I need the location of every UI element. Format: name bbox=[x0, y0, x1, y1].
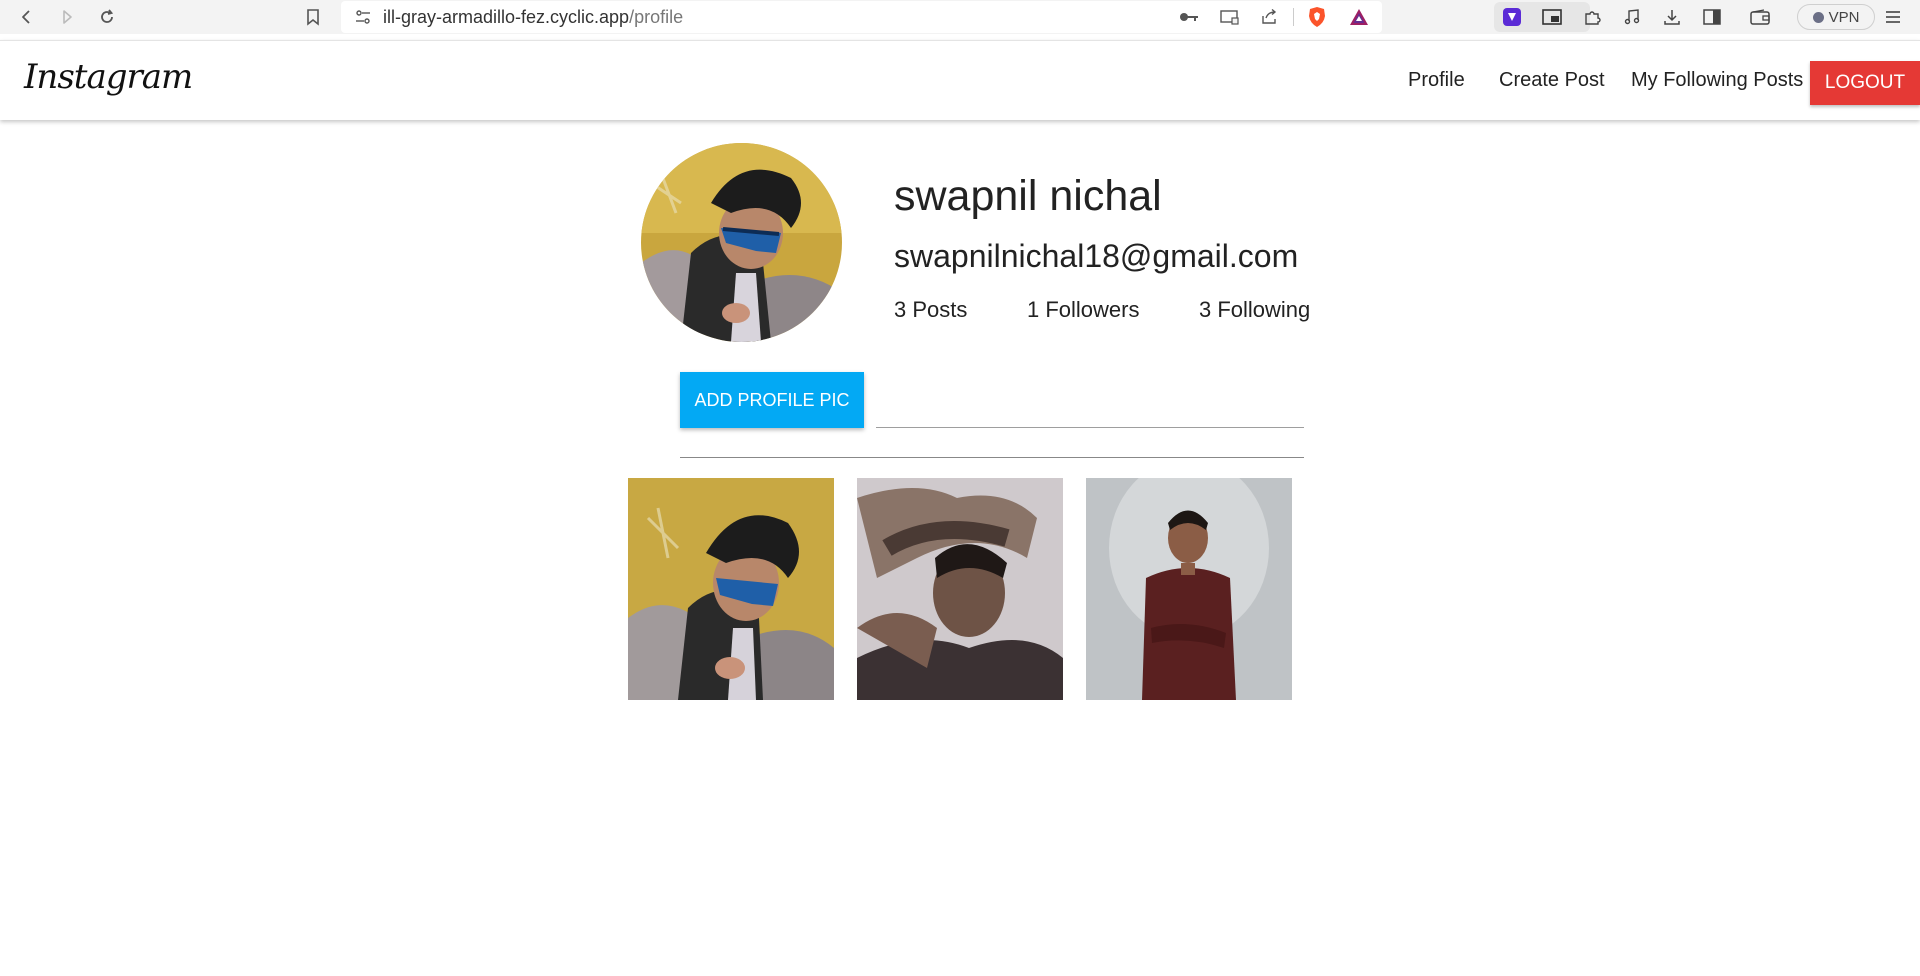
share-icon[interactable] bbox=[1257, 5, 1281, 29]
media-music-icon[interactable] bbox=[1619, 4, 1645, 30]
add-profile-pic-button[interactable]: ADD PROFILE PIC bbox=[680, 372, 864, 428]
url-path: /profile bbox=[629, 7, 684, 27]
bookmark-icon[interactable] bbox=[300, 4, 326, 30]
nav-link-create-post[interactable]: Create Post bbox=[1499, 69, 1605, 92]
back-icon[interactable] bbox=[14, 4, 40, 30]
profile-email: swapnilnichal18@gmail.com bbox=[894, 238, 1299, 274]
gallery-post-1[interactable] bbox=[628, 478, 834, 700]
download-icon[interactable] bbox=[1659, 4, 1685, 30]
wallet-icon[interactable] bbox=[1747, 4, 1773, 30]
stat-followers: 1 Followers bbox=[1027, 297, 1140, 322]
url-text[interactable]: ill-gray-armadillo-fez.cyclic.app/profil… bbox=[383, 7, 683, 28]
browser-toolbar: ill-gray-armadillo-fez.cyclic.app/profil… bbox=[0, 0, 1920, 34]
vpn-label: VPN bbox=[1828, 8, 1860, 26]
stat-following: 3 Following bbox=[1199, 297, 1311, 322]
picture-in-picture-icon[interactable] bbox=[1539, 4, 1565, 30]
divider bbox=[680, 457, 1304, 458]
reload-icon[interactable] bbox=[94, 4, 120, 30]
logout-button[interactable]: LOGOUT bbox=[1810, 61, 1920, 105]
site-settings-icon[interactable] bbox=[351, 5, 375, 29]
menu-icon[interactable] bbox=[1880, 4, 1906, 30]
forward-icon[interactable] bbox=[54, 4, 80, 30]
gallery-post-2[interactable] bbox=[857, 478, 1063, 700]
brave-shields-icon[interactable] bbox=[1305, 5, 1329, 29]
gallery-post-3[interactable] bbox=[1086, 478, 1292, 700]
extensions-icon[interactable] bbox=[1579, 4, 1605, 30]
vpn-button[interactable]: VPN bbox=[1797, 4, 1875, 30]
file-path-input[interactable] bbox=[876, 384, 1304, 428]
separator bbox=[1293, 8, 1294, 26]
profile-name: swapnil nichal bbox=[894, 172, 1162, 220]
brand-logo[interactable]: Instagram bbox=[24, 57, 193, 97]
nav-link-following-posts[interactable]: My Following Posts bbox=[1631, 69, 1803, 92]
avatar bbox=[641, 143, 842, 342]
vpn-status-icon bbox=[1812, 11, 1824, 23]
stat-posts: 3 Posts bbox=[894, 297, 968, 322]
key-icon[interactable] bbox=[1177, 5, 1201, 29]
nav-link-profile[interactable]: Profile bbox=[1408, 69, 1465, 92]
url-host: ill-gray-armadillo-fez.cyclic.app bbox=[383, 7, 630, 27]
sidebar-icon[interactable] bbox=[1699, 4, 1725, 30]
extension-purple-icon[interactable] bbox=[1499, 4, 1525, 30]
brave-rewards-icon[interactable] bbox=[1347, 5, 1371, 29]
address-bar[interactable]: ill-gray-armadillo-fez.cyclic.app/profil… bbox=[341, 1, 1382, 33]
app-navbar: Instagram Profile Create Post My Followi… bbox=[0, 40, 1920, 120]
cast-icon[interactable] bbox=[1217, 5, 1241, 29]
